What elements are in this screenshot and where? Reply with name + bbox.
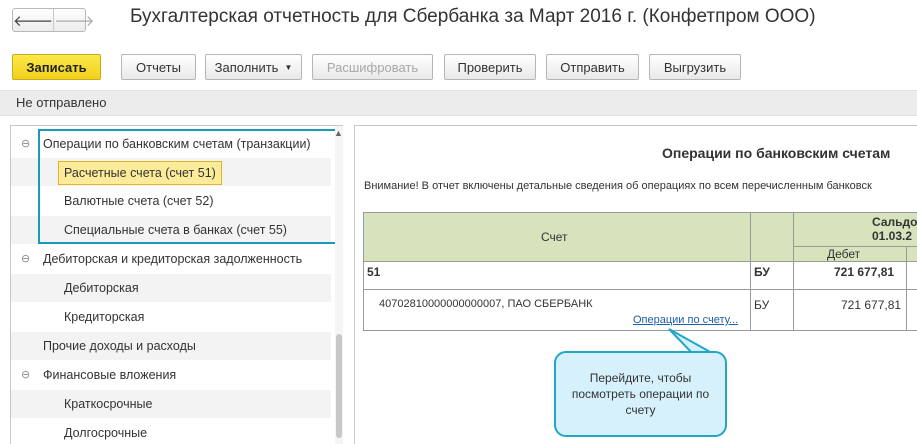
tree-item-settlement-accounts[interactable]: Расчетные счета (счет 51)	[11, 158, 331, 186]
collapse-icon[interactable]: ⊖	[21, 245, 30, 273]
decode-button[interactable]: Расшифровать	[312, 54, 433, 80]
tree-item-label: Долгосрочные	[64, 426, 148, 440]
row-debit: 721 677,81	[834, 265, 895, 279]
tree-item-short-term[interactable]: Краткосрочные	[11, 390, 331, 418]
hint-callout: Перейдите, чтобы посмотреть операции по …	[554, 351, 727, 437]
table-border	[363, 289, 917, 290]
send-button[interactable]: Отправить	[546, 54, 639, 80]
table-border	[363, 330, 917, 331]
navigation-buttons: 🡐 🡒	[12, 8, 94, 32]
tree-item-label: Прочие доходы и расходы	[43, 339, 196, 353]
column-header-account: Счет	[541, 230, 568, 244]
tree-item-label: Специальные счета в банках (счет 55)	[64, 223, 287, 237]
tree-item-bank-operations[interactable]: ⊖ Операции по банковским счетам (транзак…	[11, 130, 331, 158]
table-border	[363, 261, 917, 262]
tree-item-receivables-payables[interactable]: ⊖ Дебиторская и кредиторская задолженнос…	[11, 245, 331, 273]
table-border	[750, 212, 751, 331]
table-border	[363, 212, 364, 331]
tree-item-payables[interactable]: Кредиторская	[11, 303, 331, 331]
page-title: Бухгалтерская отчетность для Сбербанка з…	[130, 6, 816, 27]
row-type: БУ	[754, 298, 770, 312]
tree-item-label: Расчетные счета (счет 51)	[58, 161, 222, 185]
report-note: Внимание! В отчет включены детальные све…	[364, 180, 872, 192]
table-border	[363, 212, 917, 213]
row-account-bank: 40702810000000000007, ПАО СБЕРБАНК	[379, 298, 593, 310]
table-border	[906, 246, 907, 331]
tree-scrollbar-thumb[interactable]	[336, 334, 342, 438]
tree-item-special-accounts[interactable]: Специальные счета в банках (счет 55)	[11, 216, 331, 244]
column-header-saldo-date: 01.03.2	[872, 229, 913, 243]
tree-item-label: Краткосрочные	[64, 397, 153, 411]
fill-button-label: Заполнить	[214, 59, 279, 75]
export-button[interactable]: Выгрузить	[649, 54, 741, 80]
row-type: БУ	[754, 265, 770, 279]
tree-item-receivables[interactable]: Дебиторская	[11, 274, 331, 302]
column-header-debit: Дебет	[827, 247, 861, 261]
status-bar: Не отправлено	[0, 90, 917, 116]
forward-arrow-icon[interactable]: 🡒	[53, 9, 94, 31]
table-border	[793, 212, 794, 331]
tree-item-currency-accounts[interactable]: Валютные счета (счет 52)	[11, 187, 331, 215]
reports-button[interactable]: Отчеты	[121, 54, 196, 80]
chevron-down-icon: ▼	[284, 62, 293, 72]
tree-item-label: Кредиторская	[64, 310, 145, 324]
tree-item-label: Дебиторская и кредиторская задолженность	[43, 252, 303, 266]
scroll-up-icon[interactable]: ▲	[334, 128, 343, 138]
report-title: Операции по банковским счетам	[662, 145, 891, 161]
tree-item-label: Валютные счета (счет 52)	[64, 194, 214, 208]
tree-item-other-income[interactable]: Прочие доходы и расходы	[11, 332, 331, 360]
sections-tree: ⊖ Операции по банковским счетам (транзак…	[10, 125, 343, 444]
tree-item-long-term[interactable]: Долгосрочные	[11, 419, 331, 444]
row-debit: 721 677,81	[841, 298, 902, 312]
check-button[interactable]: Проверить	[444, 54, 536, 80]
tree-item-label: Финансовые вложения	[43, 368, 177, 382]
tree-item-label: Операции по банковским счетам (транзакци…	[43, 137, 311, 151]
fill-button[interactable]: Заполнить ▼	[205, 54, 302, 80]
column-header-saldo: Сальдо	[872, 215, 917, 229]
collapse-icon[interactable]: ⊖	[21, 361, 30, 389]
collapse-icon[interactable]: ⊖	[21, 130, 30, 158]
tree-item-label: Дебиторская	[64, 281, 139, 295]
save-button[interactable]: Записать	[12, 54, 101, 80]
row-account-51: 51	[367, 265, 381, 279]
back-arrow-icon[interactable]: 🡐	[13, 9, 53, 31]
tree-item-financial-investments[interactable]: ⊖ Финансовые вложения	[11, 361, 331, 389]
